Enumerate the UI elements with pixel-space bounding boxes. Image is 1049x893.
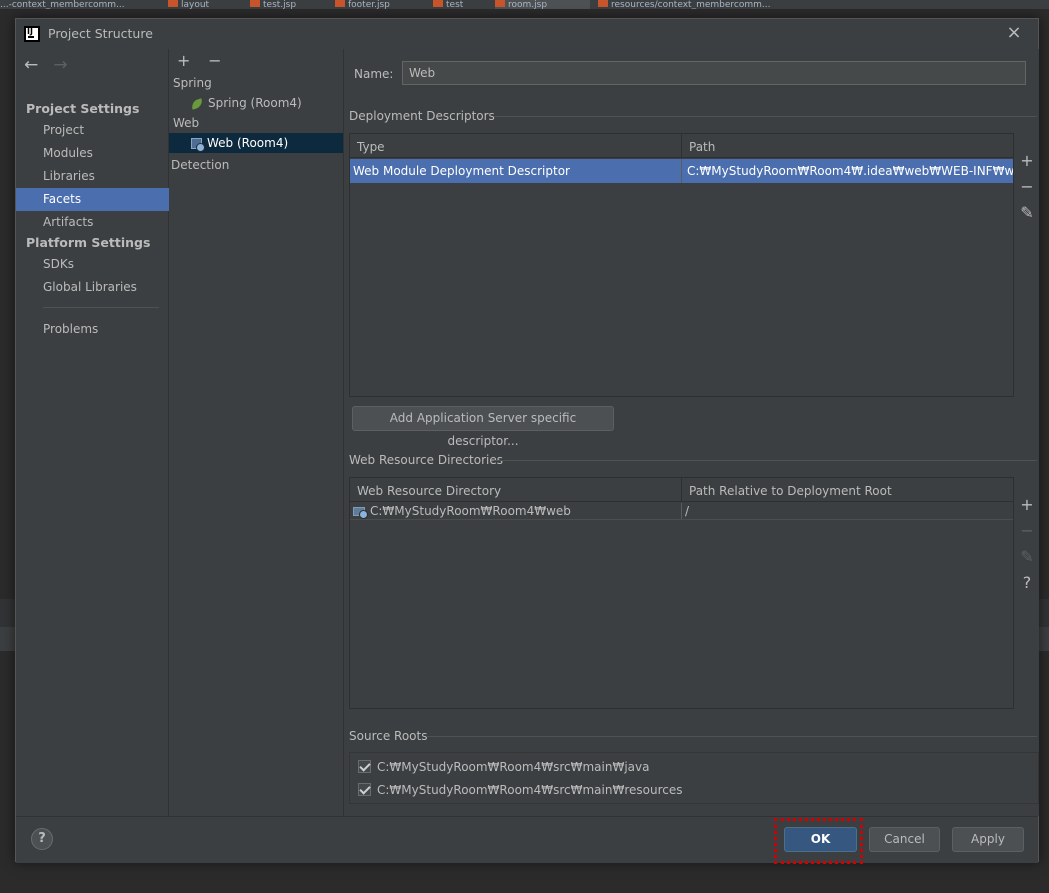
name-label: Name: — [354, 67, 394, 81]
nav-heading-platform-settings: Platform Settings — [26, 235, 151, 250]
nav-item-project[interactable]: Project — [16, 119, 169, 142]
tree-item-detection[interactable]: Detection — [169, 155, 343, 175]
section-divider — [494, 460, 1037, 461]
remove-icon[interactable]: − — [1014, 521, 1040, 547]
nav-item-problems[interactable]: Problems — [16, 318, 169, 341]
add-server-descriptor-button[interactable]: Add Application Server specific descript… — [352, 406, 614, 448]
editor-tab[interactable]: ...-context_membercomm... — [0, 0, 140, 9]
close-icon[interactable]: × — [1004, 23, 1024, 43]
facet-settings-panel: Name: Deployment Descriptors Type Path W… — [344, 49, 1039, 816]
back-arrow-icon[interactable]: ← — [24, 55, 48, 75]
dialog-title: Project Structure — [48, 26, 153, 41]
source-root-item[interactable]: C:₩MyStudyRoom₩Room4₩src₩main₩java — [358, 757, 649, 777]
column-header-path[interactable]: Path — [682, 134, 1013, 158]
nav-item-libraries[interactable]: Libraries — [16, 165, 169, 188]
checkbox-checked[interactable] — [358, 760, 371, 773]
add-icon[interactable]: + — [1014, 151, 1040, 177]
tree-item-web-room4[interactable]: Web (Room4) — [169, 133, 343, 153]
help-icon[interactable]: ? — [1014, 573, 1040, 599]
source-root-item[interactable]: C:₩MyStudyRoom₩Room4₩src₩main₩resources — [358, 780, 682, 800]
resources-toolbar: + − ✎ ? — [1014, 495, 1040, 599]
folder-icon — [353, 507, 368, 519]
table-row[interactable]: C:₩MyStudyRoom₩Room4₩web / — [350, 503, 1013, 520]
editor-tab[interactable]: resources/context_membercomm... — [598, 0, 798, 9]
tree-toolbar: + − — [177, 51, 234, 70]
cell-relative-path: / — [685, 504, 690, 518]
ok-button[interactable]: OK — [784, 827, 857, 852]
editor-tab-active[interactable]: room.jsp — [495, 0, 590, 9]
edit-pencil-icon[interactable]: ✎ — [1014, 203, 1040, 229]
editor-tab[interactable]: footer.jsp — [335, 0, 415, 9]
help-question-icon[interactable]: ? — [31, 828, 53, 850]
deployment-toolbar: + − ✎ — [1014, 151, 1040, 229]
editor-tab[interactable]: test — [433, 0, 488, 9]
nav-item-artifacts[interactable]: Artifacts — [16, 211, 169, 234]
nav-item-sdks[interactable]: SDKs — [16, 253, 169, 276]
remove-facet-icon[interactable]: − — [208, 51, 234, 70]
add-facet-icon[interactable]: + — [177, 51, 203, 70]
editor-tab[interactable]: layout — [168, 0, 238, 9]
section-title-source-roots: Source Roots — [349, 729, 428, 743]
dialog-footer: ? OK Cancel Apply — [16, 816, 1038, 864]
section-title-web-resources: Web Resource Directories — [349, 453, 503, 467]
forward-arrow-icon[interactable]: → — [53, 55, 77, 75]
nav-divider — [43, 307, 159, 308]
section-title-deployment: Deployment Descriptors — [349, 109, 495, 123]
tree-item-spring-room4[interactable]: Spring (Room4) — [169, 93, 343, 113]
nav-history: ← → — [24, 55, 77, 75]
section-divider — [494, 116, 1037, 117]
column-header-type[interactable]: Type — [350, 134, 682, 158]
section-divider — [427, 736, 1037, 737]
column-header-directory[interactable]: Web Resource Directory — [350, 478, 682, 502]
cancel-button[interactable]: Cancel — [869, 827, 940, 852]
cell-type: Web Module Deployment Descriptor — [350, 159, 682, 183]
tree-group-spring[interactable]: Spring — [169, 73, 343, 93]
deployment-descriptors-table: Type Path Web Module Deployment Descript… — [349, 133, 1014, 397]
web-resource-table: Web Resource Directory Path Relative to … — [349, 477, 1014, 709]
facet-tree: + − Spring Spring (Room4) Web Web (Room4… — [169, 49, 344, 816]
dialog-titlebar: IJ Project Structure × — [16, 19, 1038, 49]
cell-path: C:₩MyStudyRoom₩Room4₩.idea₩web₩WEB-INF₩w… — [687, 164, 1013, 178]
project-structure-dialog: IJ Project Structure × ← → Project Setti… — [15, 18, 1039, 864]
web-facet-icon — [191, 138, 205, 152]
edit-pencil-icon[interactable]: ✎ — [1014, 547, 1040, 573]
intellij-logo-icon: IJ — [24, 26, 40, 42]
remove-icon[interactable]: − — [1014, 177, 1040, 203]
nav-item-modules[interactable]: Modules — [16, 142, 169, 165]
apply-button[interactable]: Apply — [952, 827, 1024, 852]
settings-nav: ← → Project Settings Project Modules Lib… — [16, 49, 169, 816]
tree-group-web[interactable]: Web — [169, 113, 343, 133]
source-roots-list: C:₩MyStudyRoom₩Room4₩src₩main₩java C:₩My… — [349, 752, 1039, 804]
table-row[interactable]: Web Module Deployment Descriptor C:₩MySt… — [350, 159, 1013, 183]
editor-tab-bar: ...-context_membercomm... layout test.js… — [0, 0, 1049, 9]
nav-item-global-libraries[interactable]: Global Libraries — [16, 276, 169, 299]
nav-heading-project-settings: Project Settings — [26, 101, 140, 116]
spring-leaf-icon — [189, 97, 205, 110]
nav-item-facets[interactable]: Facets — [16, 188, 169, 211]
cell-directory: C:₩MyStudyRoom₩Room4₩web — [350, 503, 682, 519]
editor-tab[interactable]: test.jsp — [250, 0, 320, 9]
add-icon[interactable]: + — [1014, 495, 1040, 521]
facet-name-input[interactable] — [402, 61, 1026, 85]
column-header-relative-path[interactable]: Path Relative to Deployment Root — [682, 478, 1013, 502]
checkbox-checked[interactable] — [358, 783, 371, 796]
